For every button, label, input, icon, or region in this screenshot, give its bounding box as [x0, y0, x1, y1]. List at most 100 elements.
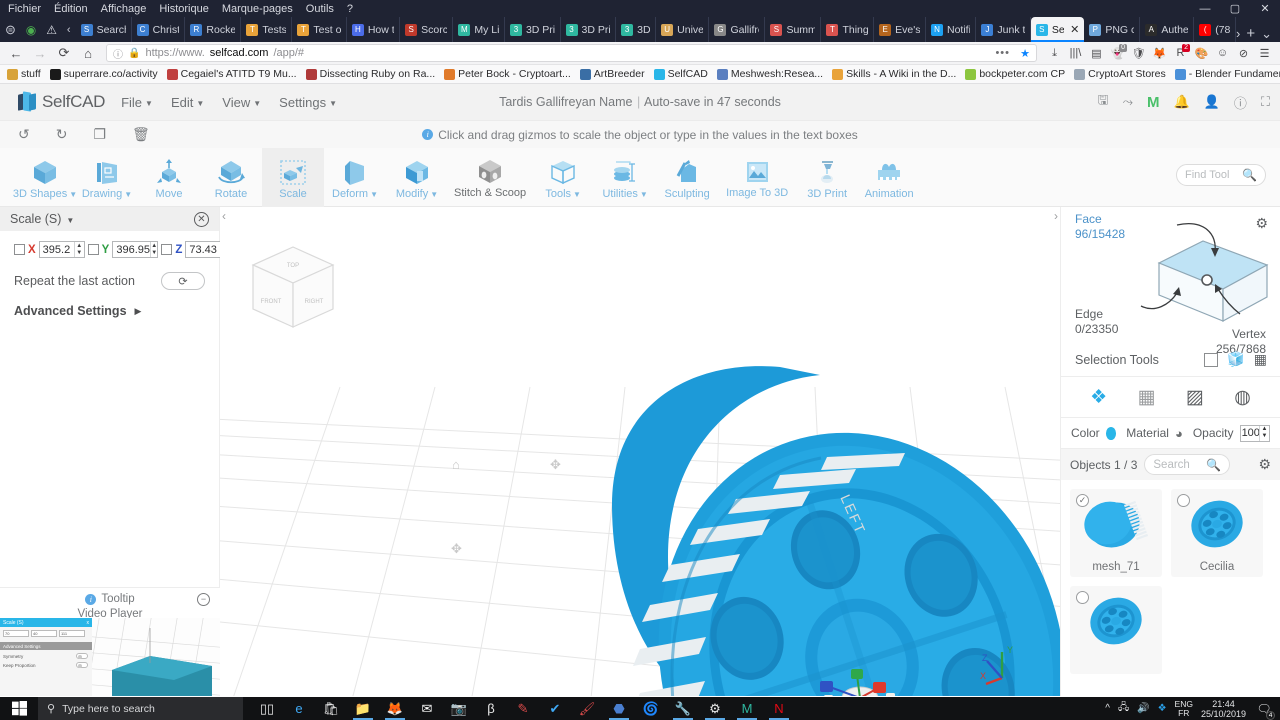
warning-icon[interactable]: ⚠ — [41, 17, 62, 42]
ribbon-item-sculpting[interactable]: Sculpting — [656, 148, 718, 207]
paint-icon[interactable]: 🖌 — [571, 697, 603, 720]
bookmark-item[interactable]: Skills - A Wiki in the D... — [832, 68, 956, 80]
library-icon[interactable]: |||\ — [1066, 44, 1085, 63]
polygon-mode-icon[interactable]: ▨ — [1186, 386, 1204, 409]
dropbox-icon[interactable]: ❖ — [1158, 703, 1167, 714]
object-card[interactable]: ✓mesh_71 — [1070, 489, 1162, 577]
browser-tab[interactable]: ((78 — [1194, 17, 1236, 42]
new-tab-button[interactable]: + — [1246, 25, 1255, 42]
ribbon-item-deform[interactable]: Deform▼ — [324, 148, 386, 207]
browser-tab[interactable]: 33D — [616, 17, 656, 42]
browser-tab[interactable]: EEve's — [874, 17, 926, 42]
reddit-enhancer-icon[interactable]: R2 — [1171, 44, 1190, 63]
viewport-3d[interactable]: TOP FRONT RIGHT ⌂ ✥ ✥ LEFT Y X Z — [220, 207, 1060, 696]
stepper-icon[interactable]: ▲▼ — [74, 242, 84, 257]
clock[interactable]: 21:44 25/10/2019 — [1201, 699, 1246, 719]
menu-edit[interactable]: Edit▼ — [171, 95, 204, 110]
browser-tab-active[interactable]: SSe✕ — [1031, 17, 1084, 42]
close-icon[interactable]: ✕ — [194, 212, 209, 227]
ribbon-item-stitch-scoop[interactable]: Stitch & Scoop — [448, 148, 532, 207]
shaded-mode-icon[interactable]: ◍ — [1234, 386, 1251, 409]
menu-help[interactable]: ? — [347, 3, 353, 15]
sync-icon[interactable]: ⊘ — [1234, 44, 1253, 63]
ribbon-item-drawing[interactable]: Drawing▼ — [76, 148, 138, 207]
ribbon-item-modify[interactable]: Modify▼ — [386, 148, 448, 207]
share-icon[interactable]: ⤳ — [1123, 94, 1133, 110]
browser-tab[interactable]: 33D Pri — [505, 17, 561, 42]
browser-tab[interactable]: MMy Li — [453, 17, 505, 42]
colorzilla-icon[interactable]: 🎨 — [1192, 44, 1211, 63]
firefox-icon[interactable]: 🦊 — [379, 697, 411, 720]
edge-icon[interactable]: e — [283, 697, 315, 720]
sidebar-icon[interactable]: ▤ — [1087, 44, 1106, 63]
selfcad-logo[interactable]: SelfCAD — [18, 92, 105, 112]
repeat-button[interactable]: ⟳ — [161, 272, 205, 290]
volume-icon[interactable]: 🔊 — [1137, 703, 1149, 714]
close-window-button[interactable]: ✕ — [1250, 0, 1280, 17]
menu-settings[interactable]: Settings▼ — [279, 95, 337, 110]
ghostery-icon[interactable]: 👻0 — [1108, 44, 1127, 63]
bookmark-item[interactable]: Peter Bock - Cryptoart... — [444, 68, 571, 80]
browser-tab[interactable]: RRocke — [185, 17, 241, 42]
page-actions-icon[interactable]: ••• — [995, 47, 1010, 59]
advanced-settings-toggle[interactable]: Advanced Settings ▶ — [0, 290, 219, 318]
firefox-account-icon[interactable]: ⊜ — [0, 17, 21, 42]
rectangle-select-icon[interactable] — [1204, 353, 1218, 367]
user-account-icon[interactable]: 👤 — [1204, 94, 1220, 110]
home-icon[interactable]: ⌂ — [452, 457, 460, 472]
objects-search-input[interactable]: Search 🔍 — [1144, 454, 1230, 475]
box-select-icon[interactable]: 🧊 — [1227, 351, 1244, 368]
info-icon[interactable]: ⓘ — [1234, 93, 1247, 112]
browser-tab[interactable]: SSumm — [765, 17, 821, 42]
minimize-icon[interactable]: − — [197, 593, 210, 606]
ublock-icon[interactable]: 🛡 — [1129, 44, 1148, 63]
reload-icon[interactable]: ⟳ — [54, 43, 74, 63]
ribbon-item-animation[interactable]: Animation — [858, 148, 920, 207]
url-bar[interactable]: ⓘ 🔒 https://www.selfcad.com/app/# ••• ★ — [106, 44, 1037, 62]
browser-tab[interactable]: 33D Pri — [561, 17, 617, 42]
pan-icon[interactable]: ✥ — [451, 541, 462, 557]
bookmark-item[interactable]: - Blender Fundamenta... — [1175, 68, 1280, 80]
mail-icon[interactable]: ✉ — [411, 697, 443, 720]
menu-fichier[interactable]: Fichier — [8, 3, 41, 15]
scale-y-checkbox[interactable] — [88, 244, 99, 255]
face-info[interactable]: Face 96/15428 — [1075, 212, 1125, 242]
browser-tab[interactable]: PPNG c — [1084, 17, 1140, 42]
cura-icon[interactable]: 🔧 — [667, 697, 699, 720]
bookmark-item[interactable]: stuff — [7, 68, 41, 80]
find-tool-input[interactable]: Find Tool 🔍 — [1176, 164, 1266, 186]
menu-historique[interactable]: Historique — [159, 3, 209, 15]
bookmark-item[interactable]: bockpeter.com CP — [965, 68, 1065, 80]
network-icon[interactable]: 🖧 — [1118, 700, 1129, 717]
inkscape-icon[interactable]: ✎ — [507, 697, 539, 720]
save-icon[interactable]: 🖫 — [1098, 91, 1109, 113]
browser-tab[interactable]: HHow t — [347, 17, 400, 42]
search-icon[interactable]: 🔍 — [1206, 458, 1221, 472]
action-center-icon[interactable]: 🗨 4 — [1254, 699, 1274, 719]
menu-edition[interactable]: Édition — [54, 3, 88, 15]
stepper-icon[interactable]: ▲▼ — [150, 242, 157, 257]
opacity-input[interactable]: 100 ▲▼ — [1240, 425, 1271, 442]
bookmark-item[interactable]: Dissecting Ruby on Ra... — [306, 68, 436, 80]
container-tabs-icon[interactable]: ◉ — [21, 17, 41, 42]
blender-icon[interactable]: 🌀 — [635, 697, 667, 720]
chevron-down-icon[interactable]: ▼ — [66, 216, 74, 225]
file-explorer-icon[interactable]: 📁 — [347, 697, 379, 720]
object-card[interactable]: Cecilia — [1171, 489, 1263, 577]
browser-tab[interactable]: TTests — [241, 17, 292, 42]
scale-z-checkbox[interactable] — [161, 244, 172, 255]
language-indicator[interactable]: ENG FR — [1175, 700, 1193, 718]
ribbon-item-rotate[interactable]: Rotate — [200, 148, 262, 207]
bookmark-item[interactable]: CryptoArt Stores — [1074, 68, 1166, 80]
menu-view[interactable]: View▼ — [222, 95, 261, 110]
edge-info[interactable]: Edge 0/23350 — [1075, 307, 1118, 337]
browser-tab[interactable]: TTest o — [292, 17, 346, 42]
stepper-icon[interactable]: ▲▼ — [1259, 426, 1269, 441]
maximize-button[interactable]: ▢ — [1220, 0, 1250, 17]
bookmark-item[interactable]: Meshwesh:Resea... — [717, 68, 823, 80]
ribbon-item-3d-shapes[interactable]: 3D Shapes▼ — [14, 148, 76, 207]
shield-check-icon[interactable]: ✔ — [539, 697, 571, 720]
browser-tab[interactable]: SSearch — [76, 17, 132, 42]
forward-arrow-icon[interactable]: → — [30, 43, 50, 63]
taskbar-search-box[interactable]: ⚲ Type here to search — [38, 697, 243, 720]
